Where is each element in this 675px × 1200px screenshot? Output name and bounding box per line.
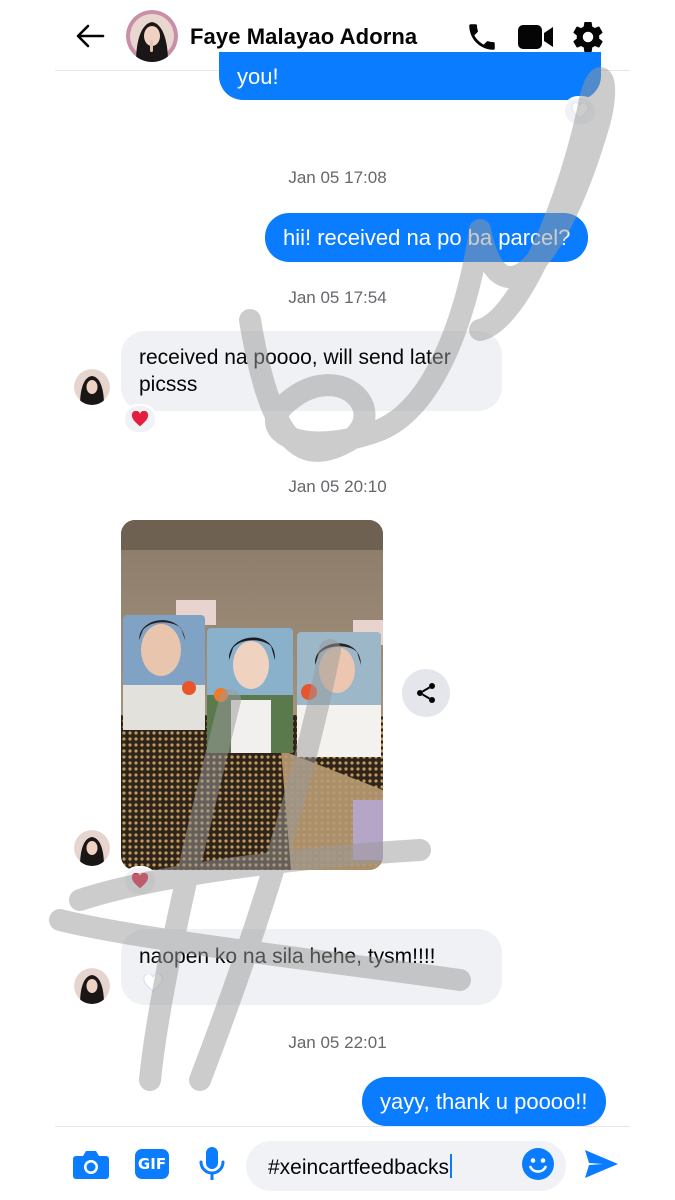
incoming-message-bubble[interactable]: received na poooo, will send later picss… bbox=[121, 331, 502, 411]
red-heart-icon bbox=[131, 411, 149, 427]
call-button[interactable] bbox=[462, 18, 502, 56]
camera-icon bbox=[73, 1151, 109, 1179]
share-icon bbox=[417, 683, 435, 703]
contact-avatar-small[interactable] bbox=[74, 369, 110, 405]
back-arrow-icon bbox=[76, 24, 105, 48]
gif-button[interactable]: GIF bbox=[131, 1143, 173, 1185]
timestamp: Jan 05 17:54 bbox=[288, 288, 387, 307]
video-camera-icon bbox=[518, 25, 553, 49]
heart-outline-icon bbox=[143, 974, 163, 992]
contact-avatar-small[interactable] bbox=[74, 968, 110, 1004]
camera-button[interactable] bbox=[70, 1143, 112, 1185]
composer-divider bbox=[55, 1126, 630, 1127]
heart-outline-icon bbox=[571, 103, 589, 119]
gear-icon bbox=[573, 22, 603, 53]
back-button[interactable] bbox=[70, 18, 110, 54]
contact-avatar-small[interactable] bbox=[74, 830, 110, 866]
reaction-badge[interactable] bbox=[136, 968, 170, 998]
timestamp: Jan 05 17:08 bbox=[288, 168, 387, 187]
settings-button[interactable] bbox=[568, 18, 608, 56]
timestamp: Jan 05 20:10 bbox=[288, 477, 387, 496]
outgoing-message-bubble[interactable]: yayy, thank u poooo!! bbox=[362, 1077, 606, 1126]
share-button[interactable] bbox=[402, 669, 450, 717]
voice-message-button[interactable] bbox=[191, 1143, 233, 1185]
send-button[interactable] bbox=[580, 1143, 622, 1185]
timestamp: Jan 05 22:01 bbox=[288, 1033, 387, 1052]
gif-icon: GIF bbox=[135, 1149, 169, 1179]
outgoing-message-bubble[interactable]: you! bbox=[219, 52, 601, 100]
incoming-message-bubble[interactable]: naopen ko na sila hehe, tysm!!!! bbox=[121, 929, 502, 1005]
microphone-icon bbox=[199, 1147, 225, 1180]
emoji-icon bbox=[522, 1148, 554, 1180]
message-text: naopen ko na sila hehe, tysm!!!! bbox=[139, 945, 436, 968]
emoji-button[interactable] bbox=[517, 1143, 559, 1185]
message-text: received na poooo, will send later picss… bbox=[139, 346, 451, 396]
message-text: hii! received na po ba parcel? bbox=[283, 224, 571, 250]
contact-name[interactable]: Faye Malayao Adorna bbox=[190, 24, 417, 50]
reaction-badge[interactable] bbox=[563, 96, 597, 126]
text-caret bbox=[449, 1154, 452, 1178]
reaction-badge[interactable] bbox=[123, 866, 157, 896]
reaction-badge[interactable] bbox=[123, 404, 157, 434]
video-call-button[interactable] bbox=[516, 18, 556, 56]
shared-photo[interactable] bbox=[121, 520, 383, 870]
message-input-text: #xeincartfeedbacks bbox=[268, 1154, 452, 1180]
red-heart-icon bbox=[131, 873, 149, 889]
send-icon bbox=[585, 1150, 618, 1178]
outgoing-message-bubble[interactable]: hii! received na po ba parcel? bbox=[265, 213, 589, 262]
contact-avatar[interactable] bbox=[126, 10, 178, 62]
message-text: you! bbox=[237, 64, 279, 89]
phone-icon bbox=[469, 24, 495, 50]
message-text: yayy, thank u poooo!! bbox=[380, 1088, 588, 1114]
